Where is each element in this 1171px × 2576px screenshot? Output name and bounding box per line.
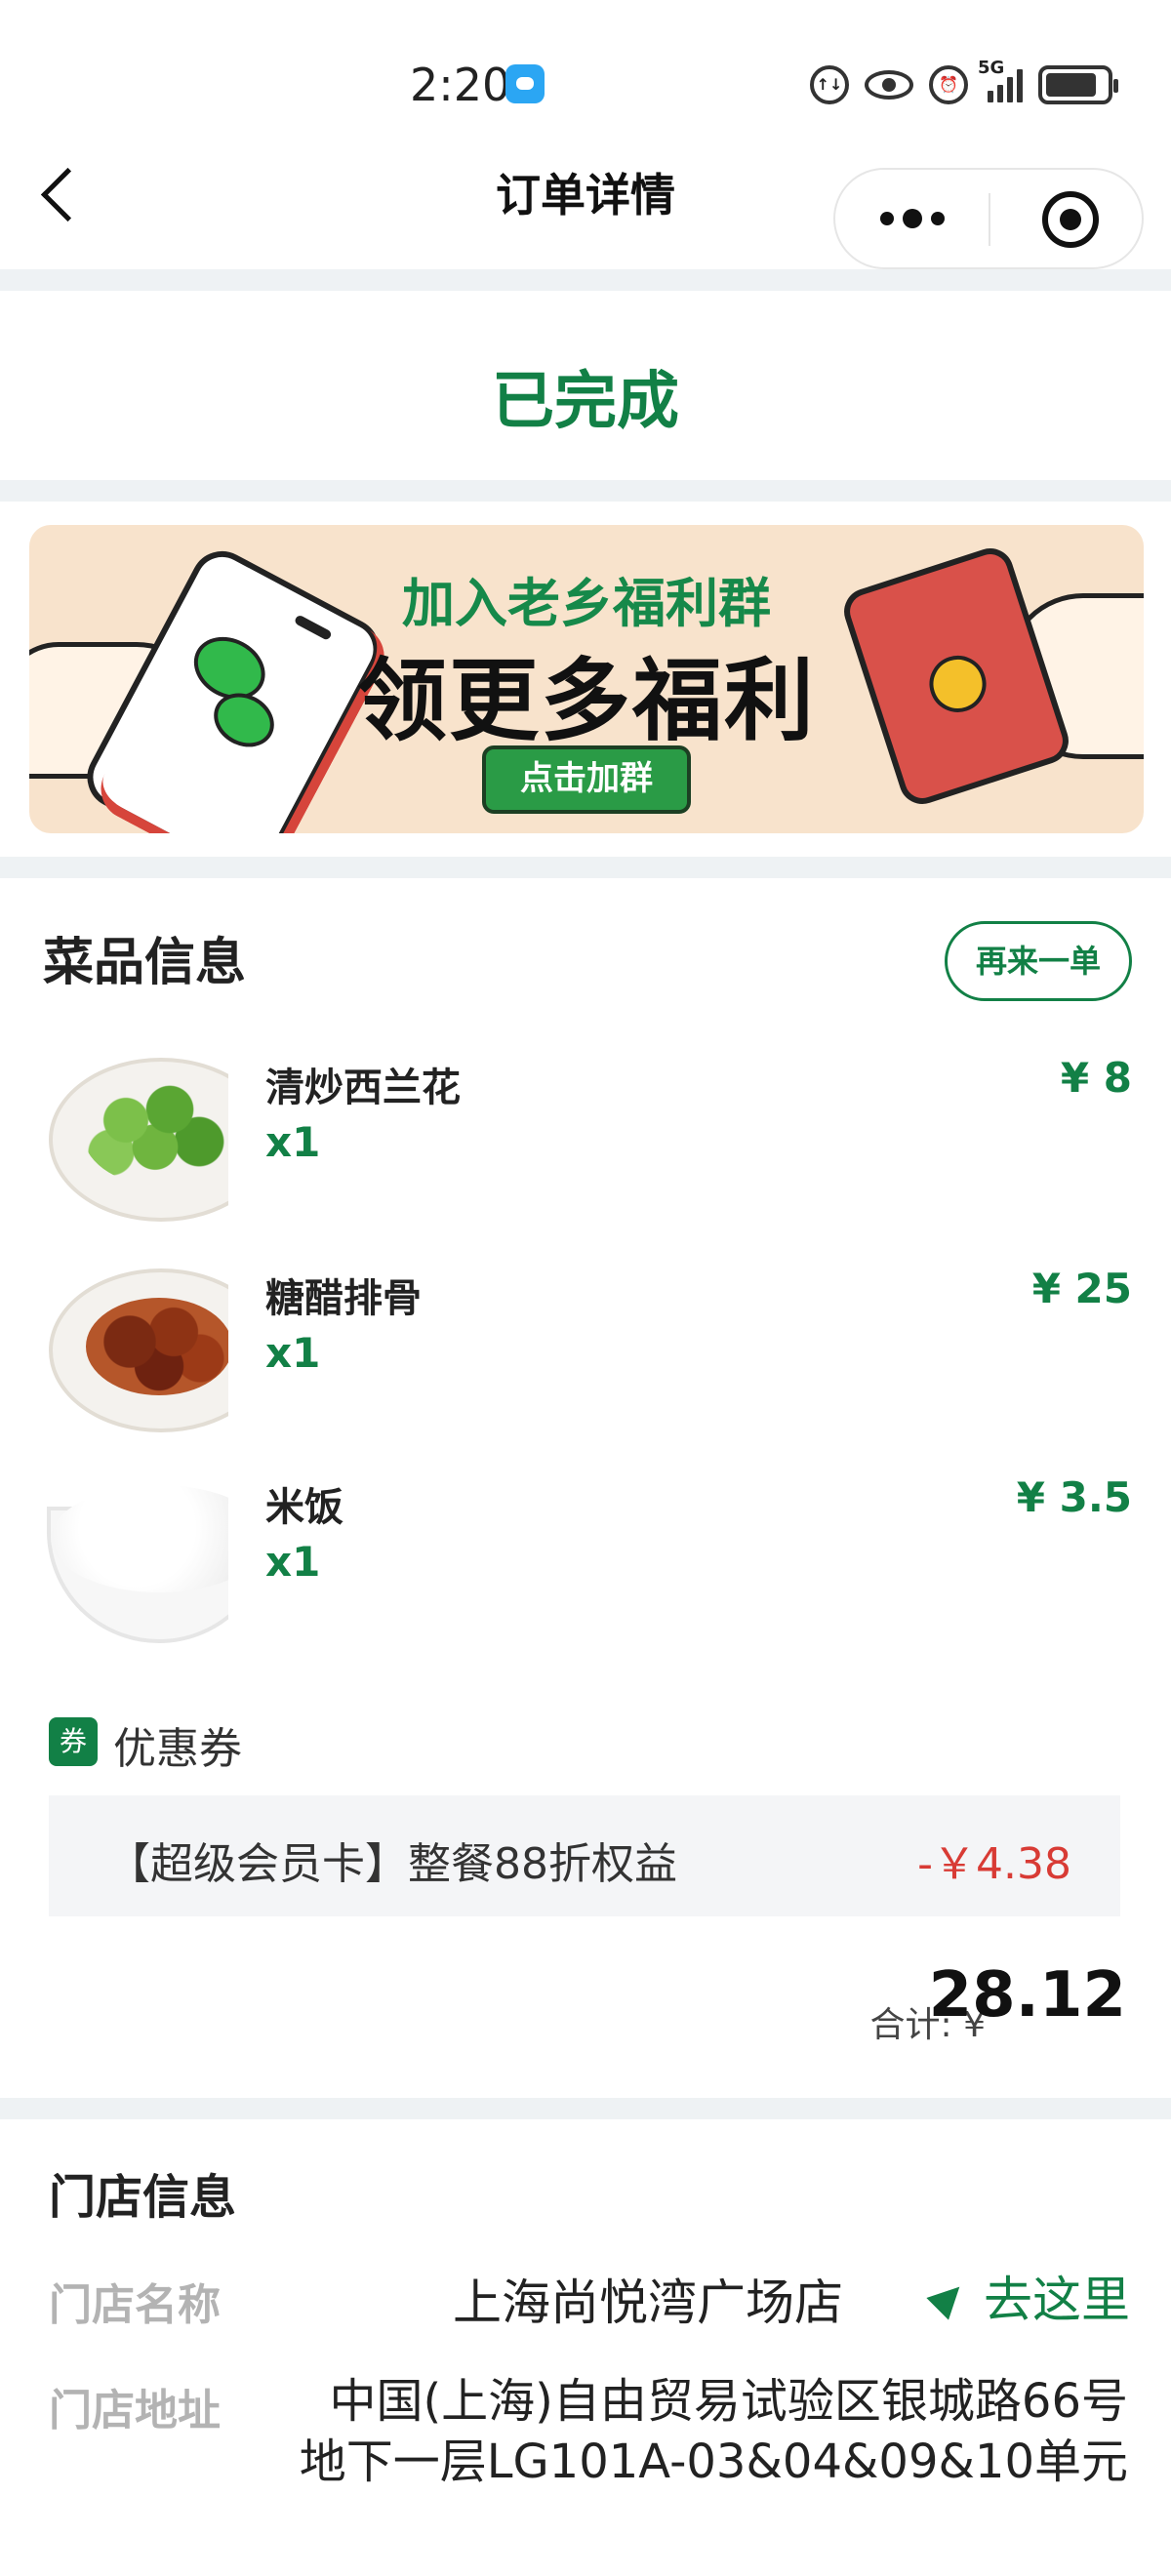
close-miniprogram-icon[interactable] <box>1042 191 1099 248</box>
dish-quantity: x1 <box>265 1538 321 1586</box>
divider <box>0 480 1171 502</box>
capsule-divider <box>989 193 990 246</box>
navigate-button[interactable]: 去这里 <box>929 2262 1130 2330</box>
banner-subtitle: 加入老乡福利群 <box>402 573 771 634</box>
dish-quantity: x1 <box>265 1118 321 1166</box>
dish-quantity: x1 <box>265 1329 321 1377</box>
eye-comfort-icon <box>865 70 913 100</box>
coupon-name: 【超级会员卡】整餐88折权益 <box>107 1839 677 1889</box>
dish-image <box>43 1048 228 1224</box>
coupon-icon: 券 <box>49 1717 98 1766</box>
coupon-row: 【超级会员卡】整餐88折权益 -￥4.38 <box>49 1795 1120 1916</box>
navigate-label: 去这里 <box>984 2272 1130 2328</box>
dish-price: ¥ 8 <box>1060 1054 1132 1102</box>
miniprogram-capsule <box>833 168 1144 269</box>
divider <box>0 269 1171 291</box>
navigation-arrow-icon <box>929 2278 964 2314</box>
divider <box>0 857 1171 878</box>
dish-price: ¥ 25 <box>1031 1265 1132 1312</box>
dish-name: 米饭 <box>265 1485 343 1530</box>
dish-image <box>43 1468 228 1643</box>
dish-image <box>43 1259 228 1434</box>
dishes-section-title: 菜品信息 <box>43 934 247 992</box>
status-time: 2:20 <box>410 59 511 111</box>
order-status: 已完成 <box>492 366 679 438</box>
alarm-icon: ⏰ <box>929 65 968 104</box>
data-saver-icon: ↑↓ <box>810 65 849 104</box>
battery-icon <box>1038 65 1118 104</box>
status-bar: 2:20 ↑↓ ⏰ 5G <box>0 0 1171 156</box>
signal-icon: 5G <box>978 58 1023 102</box>
welfare-group-banner[interactable]: 加入老乡福利群 领更多福利 点击加群 <box>29 525 1144 833</box>
store-name: 上海尚悦湾广场店 <box>453 2274 843 2331</box>
more-icon[interactable] <box>835 170 989 267</box>
dish-price: ¥ 3.5 <box>1016 1473 1132 1521</box>
status-icons: ↑↓ ⏰ 5G <box>810 58 1118 109</box>
dish-name: 清炒西兰花 <box>265 1066 461 1110</box>
dish-name: 糖醋排骨 <box>265 1276 422 1321</box>
divider <box>0 2098 1171 2119</box>
network-type: 5G <box>978 58 1005 78</box>
coupon-label: 优惠券 <box>113 1724 242 1774</box>
dish-item: 米饭 x1 ¥ 3.5 <box>0 1454 1171 1643</box>
join-group-button[interactable]: 点击加群 <box>482 745 691 814</box>
reorder-button[interactable]: 再来一单 <box>945 921 1132 1001</box>
chat-notification-icon <box>505 64 545 103</box>
store-section-title: 门店信息 <box>49 2170 237 2225</box>
dish-item: 清炒西兰花 x1 ¥ 8 <box>0 1034 1171 1222</box>
total-value: 28.12 <box>928 1959 1126 2032</box>
banner-title: 领更多福利 <box>356 649 816 753</box>
store-name-label: 门店名称 <box>49 2280 221 2330</box>
dish-item: 糖醋排骨 x1 ¥ 25 <box>0 1245 1171 1432</box>
store-address-label: 门店地址 <box>49 2386 221 2435</box>
coupon-amount: -￥4.38 <box>917 1839 1071 1889</box>
store-address: 中国(上海)自由贸易试验区银城路66号地下一层LG101A-03&04&09&1… <box>299 2374 1128 2489</box>
